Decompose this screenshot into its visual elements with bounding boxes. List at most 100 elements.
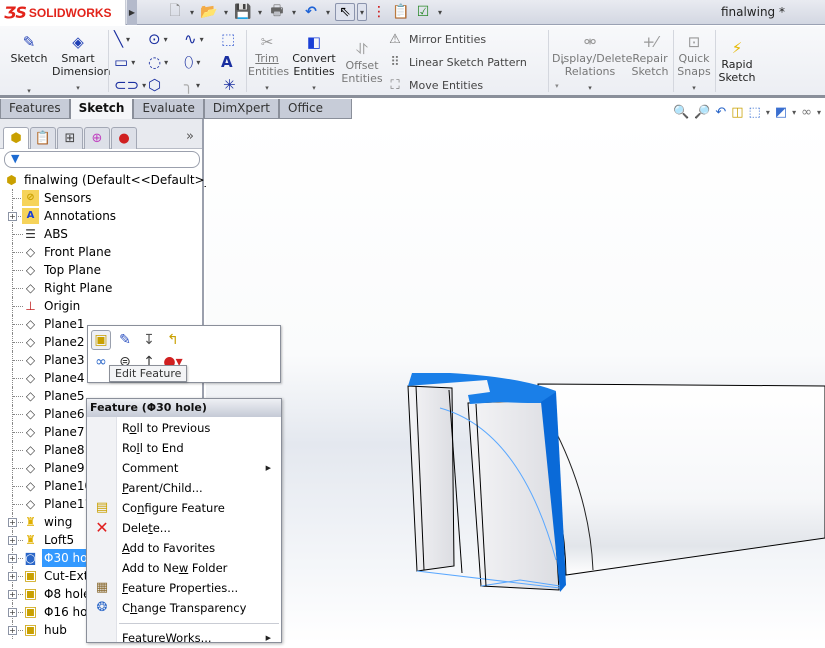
polygon-tool[interactable]: ⬡ bbox=[148, 76, 161, 94]
quick-snaps-dropdown[interactable]: ▾ bbox=[675, 82, 713, 95]
offset-entities-button[interactable]: ⥯ Offset Entities bbox=[340, 39, 384, 85]
print-icon[interactable]: 🖶 bbox=[267, 3, 287, 21]
tree-filter-input[interactable]: ▼ bbox=[4, 151, 200, 168]
expand-toggle-icon[interactable]: + bbox=[8, 572, 17, 581]
tree-item[interactable]: ☰ ABS bbox=[0, 225, 202, 243]
tab-office-products[interactable]: Office Products bbox=[279, 99, 352, 134]
view-orientation-icon[interactable]: ⬚ bbox=[749, 105, 761, 120]
menu-item[interactable]: FeatureWorks... ▶ bbox=[87, 628, 281, 648]
edit-sketch-icon[interactable]: ✎ bbox=[115, 330, 135, 350]
expand-toggle-icon[interactable]: + bbox=[8, 554, 17, 563]
undo-icon[interactable]: ↶ bbox=[301, 3, 321, 21]
menu-flyout-toggle[interactable]: ▶ bbox=[127, 0, 137, 25]
sketch-dropdown[interactable]: ▾ bbox=[8, 85, 50, 98]
rebuild-traffic-light-icon[interactable]: ⋮ bbox=[369, 3, 389, 21]
tree-item[interactable]: ⊥ Origin bbox=[0, 297, 202, 315]
slot-tool[interactable]: ⊂⊃ ▾ bbox=[114, 76, 146, 94]
hide-show-icon[interactable]: ∞ bbox=[91, 352, 111, 372]
open-folder-icon[interactable]: 📂 bbox=[199, 3, 219, 21]
tree-item[interactable]: ◇ Top Plane bbox=[0, 261, 202, 279]
save-icon[interactable]: 💾 bbox=[233, 3, 253, 21]
zoom-to-fit-icon[interactable]: 🔍 bbox=[673, 105, 689, 120]
fillet-tool[interactable]: ╮ ▾ bbox=[184, 76, 200, 94]
tree-item[interactable]: ◇ Front Plane bbox=[0, 243, 202, 261]
menu-item[interactable]: Roll to Previous bbox=[87, 418, 281, 438]
zoom-to-area-icon[interactable]: 🔎 bbox=[694, 105, 710, 120]
expand-toggle-icon[interactable]: + bbox=[8, 212, 17, 221]
arc-tool[interactable]: ◌ ▾ bbox=[148, 53, 168, 71]
hide-show-dropdown[interactable]: ▾ bbox=[817, 108, 821, 117]
display-delete-relations-button[interactable]: ⚮ Display/Delete Relations ▾ bbox=[552, 32, 632, 95]
previous-view-icon[interactable]: ↶ bbox=[715, 105, 726, 120]
circle-dropdown-icon[interactable]: ▾ bbox=[164, 35, 168, 44]
view-orientation-dropdown[interactable]: ▾ bbox=[766, 108, 770, 117]
rapid-sketch-button[interactable]: ⚡ Rapid Sketch bbox=[717, 38, 757, 84]
menu-item[interactable]: ▤ Configure Feature bbox=[87, 498, 281, 518]
display-style-dropdown[interactable]: ▾ bbox=[792, 108, 796, 117]
spline-tool[interactable]: ∿ ▾ bbox=[184, 30, 204, 48]
options-dropdown[interactable]: ▾ bbox=[435, 8, 445, 17]
go-to-parent-icon[interactable]: ↰ bbox=[163, 330, 183, 350]
tab-evaluate[interactable]: Evaluate bbox=[133, 99, 204, 119]
solidworks-logo[interactable]: ƷS SOLIDWORKS bbox=[0, 0, 126, 25]
expand-tabs-chevron-icon[interactable]: » bbox=[186, 129, 194, 144]
graphics-area[interactable]: 🔍 🔎 ↶ ◫ ⬚ ▾ ◩ ▾ ∞ ▾ bbox=[206, 105, 825, 643]
new-document-icon[interactable]: 🗋 bbox=[165, 3, 185, 21]
tree-root-part[interactable]: ⬢ finalwing (Default<<Default>_Di bbox=[0, 171, 223, 189]
configuration-manager-tab[interactable]: ⊞ bbox=[57, 127, 83, 149]
repair-sketch-button[interactable]: +⁄ Repair Sketch bbox=[630, 32, 670, 78]
linear-sketch-pattern-button[interactable]: ⠿ Linear Sketch Pattern ▾ bbox=[387, 55, 564, 70]
tree-item[interactable]: ⊘ Sensors bbox=[0, 189, 202, 207]
menu-item[interactable]: ❂ Change Transparency bbox=[87, 598, 281, 618]
select-dropdown[interactable]: ▾ bbox=[357, 3, 367, 21]
tree-item[interactable]: ◇ Right Plane bbox=[0, 279, 202, 297]
point-tool[interactable]: ✳ bbox=[223, 76, 236, 94]
trim-dropdown[interactable]: ▾ bbox=[248, 82, 286, 95]
rectangle-dropdown-icon[interactable]: ▾ bbox=[131, 58, 135, 67]
line-dropdown-icon[interactable]: ▾ bbox=[126, 35, 130, 44]
undo-dropdown[interactable]: ▾ bbox=[323, 8, 333, 17]
options-icon[interactable]: ☑ bbox=[413, 3, 433, 21]
menu-item[interactable]: Roll to End bbox=[87, 438, 281, 458]
quick-snaps-button[interactable]: ⊡ Quick Snaps ▾ bbox=[675, 32, 713, 95]
trim-entities-button[interactable]: ✂ Trim Entities ▾ bbox=[248, 32, 289, 95]
sketch-button[interactable]: ✎ Sketch ▾ bbox=[8, 32, 50, 98]
menu-item[interactable]: Add to Favorites bbox=[87, 538, 281, 558]
mirror-entities-button[interactable]: ⚠ Mirror Entities bbox=[387, 32, 486, 47]
menu-item[interactable]: ✕ Delete... bbox=[87, 518, 281, 538]
rollback-icon[interactable]: ↧ bbox=[139, 330, 159, 350]
text-tool[interactable]: A bbox=[221, 53, 233, 71]
ellipse-tool[interactable]: ⬯ ▾ bbox=[184, 53, 200, 71]
print-dropdown[interactable]: ▾ bbox=[289, 8, 299, 17]
line-tool[interactable]: ╲ ▾ bbox=[114, 30, 130, 48]
expand-toggle-icon[interactable]: + bbox=[8, 518, 17, 527]
property-manager-tab[interactable]: 📋 bbox=[30, 127, 56, 149]
convert-entities-button[interactable]: ◧ Convert Entities ▾ bbox=[290, 32, 338, 95]
expand-toggle-icon[interactable]: + bbox=[8, 536, 17, 545]
file-properties-icon[interactable]: 📋 bbox=[391, 3, 411, 21]
section-view-icon[interactable]: ◫ bbox=[731, 105, 743, 120]
new-dropdown[interactable]: ▾ bbox=[187, 8, 197, 17]
smart-dimension-button[interactable]: ◈ Smart Dimension ▾ bbox=[52, 32, 110, 95]
display-manager-tab[interactable]: ● bbox=[111, 127, 137, 149]
menu-item[interactable]: Parent/Child... bbox=[87, 478, 281, 498]
tree-item[interactable]: + A Annotations bbox=[0, 207, 202, 225]
dimxpert-manager-tab[interactable]: ⊕ bbox=[84, 127, 110, 149]
tab-dimxpert[interactable]: DimXpert bbox=[203, 99, 279, 119]
save-dropdown[interactable]: ▾ bbox=[255, 8, 265, 17]
convert-dropdown[interactable]: ▾ bbox=[290, 82, 338, 95]
circle-tool[interactable]: ⊙ ▾ bbox=[148, 30, 168, 48]
smart-dimension-dropdown[interactable]: ▾ bbox=[52, 82, 104, 95]
tab-features[interactable]: Features bbox=[0, 99, 70, 119]
wing-model[interactable] bbox=[206, 119, 825, 643]
open-dropdown[interactable]: ▾ bbox=[221, 8, 231, 17]
relations-dropdown[interactable]: ▾ bbox=[552, 82, 628, 95]
select-cursor-icon[interactable]: ⇖ bbox=[335, 3, 355, 21]
menu-item[interactable]: Add to New Folder bbox=[87, 558, 281, 578]
edit-feature-icon[interactable]: ▣ bbox=[91, 330, 111, 350]
slot-dropdown-icon[interactable]: ▾ bbox=[142, 81, 146, 90]
plane-grid-tool[interactable]: ⬚ bbox=[221, 30, 235, 48]
expand-toggle-icon[interactable]: + bbox=[8, 608, 17, 617]
expand-toggle-icon[interactable]: + bbox=[8, 626, 17, 635]
hide-show-items-icon[interactable]: ∞ bbox=[801, 105, 812, 120]
